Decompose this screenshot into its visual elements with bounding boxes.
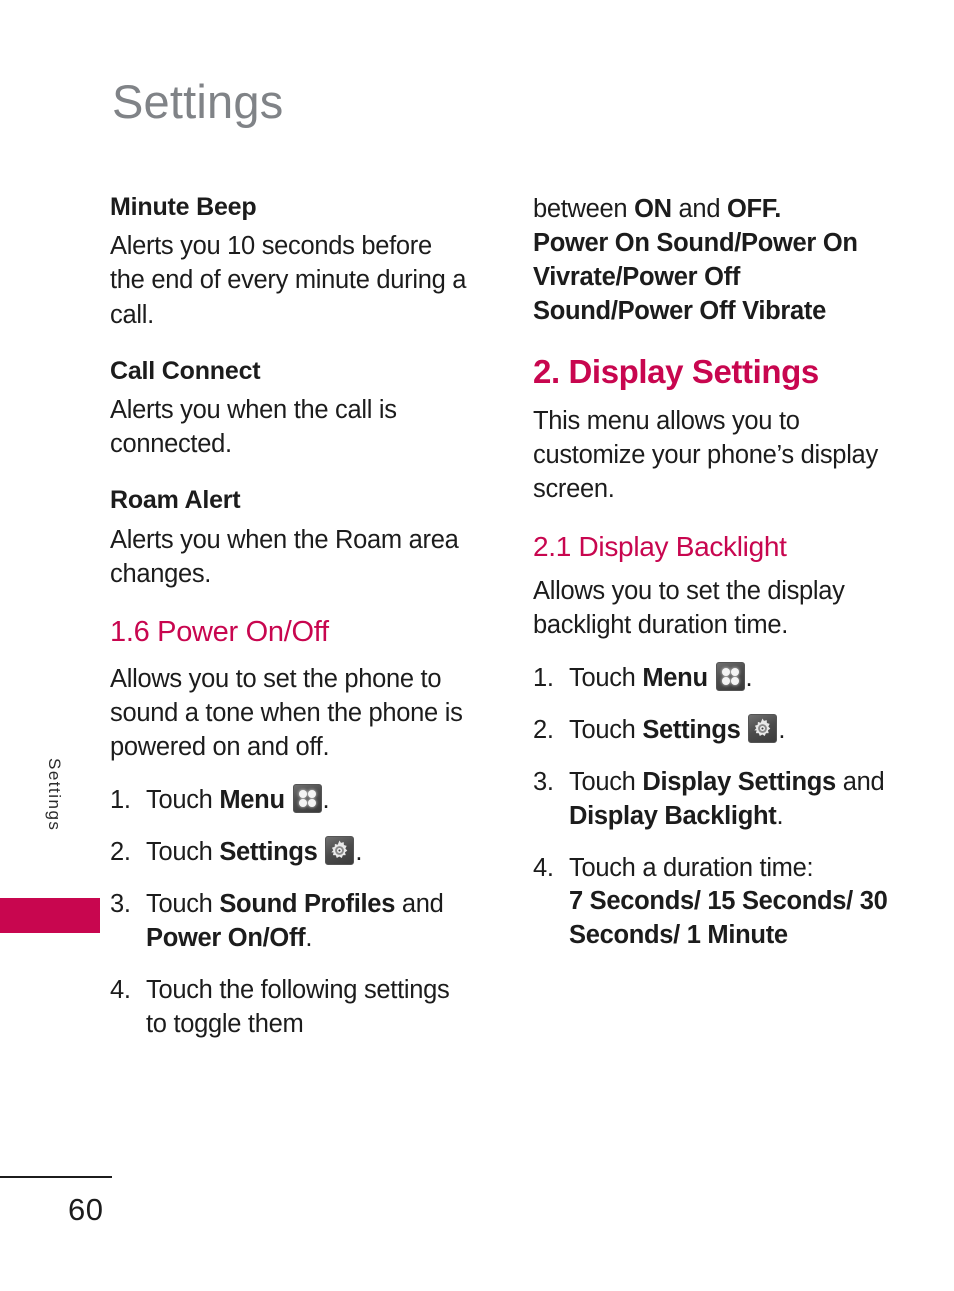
toggle-settings-list: Power On Sound/Power On Vivrate/Power Of… bbox=[533, 229, 858, 326]
heading-power-on-off: 1.6 Power On/Off bbox=[110, 615, 329, 648]
step-number: 1. bbox=[110, 786, 131, 815]
continued-mid: and bbox=[671, 195, 727, 223]
heading-minute-beep: Minute Beep bbox=[110, 193, 257, 221]
value-off: OFF. bbox=[726, 195, 782, 223]
manual-page: Settings Settings Minute Beep Alerts you… bbox=[0, 0, 954, 1291]
duration-options: 7 Seconds/ 15 Seconds/ 30 Seconds/ 1 Min… bbox=[569, 887, 888, 950]
step-text-pre: Touch bbox=[146, 786, 220, 815]
text-display-settings: This menu allows you to customize your p… bbox=[533, 406, 878, 503]
step-number: 3. bbox=[110, 889, 131, 918]
step-target-label-2: Display Backlight bbox=[569, 801, 777, 830]
step-number: 4. bbox=[110, 975, 131, 1004]
step-item: 4. Touch the following settings to toggle… bbox=[110, 974, 472, 1042]
step-number: 3. bbox=[533, 767, 554, 796]
text-minute-beep: Alerts you 10 seconds before the end of … bbox=[110, 232, 467, 329]
step-target-label: Menu bbox=[219, 786, 285, 815]
heading-display-settings: 2. Display Settings bbox=[533, 352, 819, 390]
step-number: 1. bbox=[533, 663, 554, 692]
footer-divider bbox=[0, 1176, 112, 1178]
step-item: 2. Touch Settings . bbox=[533, 713, 903, 748]
step-target-label: Settings bbox=[219, 838, 318, 867]
right-column: between ON and OFF. Power On Sound/Power … bbox=[533, 192, 903, 971]
text-call-connect: Alerts you when the call is connected. bbox=[110, 395, 397, 459]
step-target-label: Settings bbox=[642, 715, 741, 744]
step-number: 2. bbox=[110, 838, 131, 867]
step-number: 4. bbox=[533, 853, 554, 882]
continued-plain: between bbox=[533, 195, 635, 223]
step-item: 3. Touch Display Settings and Display Bac… bbox=[533, 766, 903, 834]
step-text-pre: Touch bbox=[569, 767, 643, 796]
step-item: 1. Touch Menu . bbox=[110, 784, 472, 818]
step-number: 2. bbox=[533, 715, 554, 744]
menu-grid-icon[interactable] bbox=[292, 784, 322, 814]
text-display-backlight: Allows you to set the display backlight … bbox=[533, 576, 845, 639]
page-title: Settings bbox=[112, 75, 284, 128]
side-tab-marker bbox=[0, 898, 100, 933]
step-text-tail: . bbox=[305, 923, 313, 952]
value-on: ON bbox=[634, 195, 672, 223]
step-text-pre: Touch bbox=[146, 889, 220, 918]
step-text-pre: Touch bbox=[146, 838, 220, 867]
menu-grid-icon[interactable] bbox=[715, 661, 745, 691]
step-text-tail: . bbox=[778, 715, 786, 744]
step-item: 3. Touch Sound Profiles and Power On/Off. bbox=[110, 888, 472, 956]
step-text-tail: . bbox=[355, 838, 363, 867]
gear-icon[interactable] bbox=[325, 836, 355, 866]
step-target-label: Sound Profiles bbox=[219, 889, 396, 918]
step-text-pre: Touch the following settings to toggle t… bbox=[146, 975, 450, 1038]
step-target-label: Display Settings bbox=[642, 767, 836, 796]
text-roam-alert: Alerts you when the Roam area changes. bbox=[110, 525, 459, 588]
step-item: 1. Touch Menu . bbox=[533, 661, 903, 696]
left-column: Minute Beep Alerts you 10 seconds before… bbox=[110, 192, 472, 1060]
step-text-tail: . bbox=[322, 786, 330, 815]
text-continued-toggle: between ON and OFF. Power On Sound/Power … bbox=[533, 192, 903, 329]
gear-icon[interactable] bbox=[748, 713, 778, 743]
text-power-on-off: Allows you to set the phone to sound a t… bbox=[110, 664, 463, 761]
step-target-label: Menu bbox=[642, 663, 708, 692]
step-text-pre: Touch a duration time: bbox=[569, 853, 814, 882]
heading-roam-alert: Roam Alert bbox=[110, 486, 241, 515]
side-tab-label: Settings bbox=[45, 758, 64, 832]
heading-call-connect: Call Connect bbox=[110, 356, 261, 385]
step-text-mid: and bbox=[395, 889, 444, 918]
step-text-tail: . bbox=[776, 801, 784, 830]
step-text-pre: Touch bbox=[569, 715, 643, 744]
step-item: 4. Touch a duration time: 7 Seconds/ 15 Se… bbox=[533, 852, 903, 954]
heading-display-backlight: 2.1 Display Backlight bbox=[533, 531, 787, 563]
step-item: 2. Touch Settings . bbox=[110, 836, 472, 870]
step-text-mid: and bbox=[835, 767, 885, 796]
step-text-pre: Touch bbox=[569, 663, 643, 692]
page-number: 60 bbox=[68, 1192, 104, 1227]
step-target-label-2: Power On/Off bbox=[146, 923, 306, 952]
step-text-tail: . bbox=[745, 663, 753, 692]
